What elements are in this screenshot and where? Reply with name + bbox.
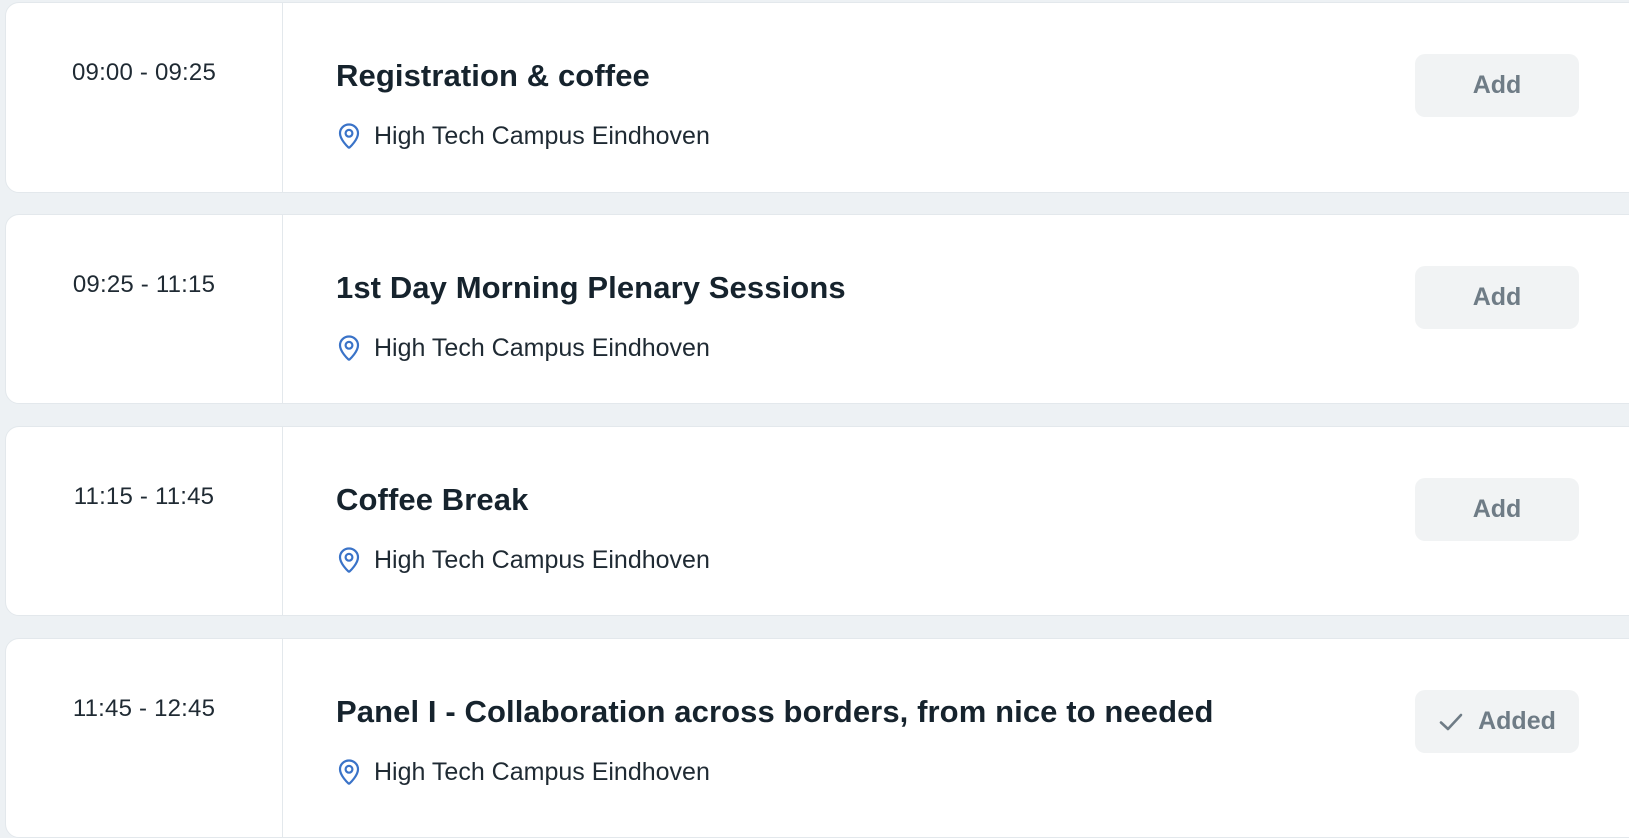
session-time: 11:45 - 12:45 — [72, 695, 216, 722]
add-session-button[interactable]: Add — [1415, 478, 1579, 541]
add-button-label: Add — [1472, 71, 1522, 99]
session-time-column: 11:15 - 11:45 — [6, 427, 283, 615]
check-icon — [1438, 711, 1464, 733]
add-session-button[interactable]: Add — [1415, 266, 1579, 329]
session-info: Registration & coffee High Tech Campus E… — [336, 3, 1484, 192]
map-pin-icon — [336, 122, 362, 150]
session-location-label: High Tech Campus Eindhoven — [374, 545, 710, 574]
session-location: High Tech Campus Eindhoven — [336, 333, 710, 363]
session-info: Coffee Break High Tech Campus Eindhoven — [336, 427, 1484, 615]
session-info: 1st Day Morning Plenary Sessions High Te… — [336, 215, 1484, 403]
map-pin-icon — [336, 546, 362, 574]
session-card[interactable]: 09:00 - 09:25 Registration & coffee High… — [5, 2, 1629, 193]
session-location: High Tech Campus Eindhoven — [336, 121, 710, 151]
added-session-button[interactable]: Added — [1415, 690, 1579, 753]
session-location: High Tech Campus Eindhoven — [336, 757, 710, 787]
add-button-label: Add — [1472, 283, 1522, 311]
session-card[interactable]: 11:15 - 11:45 Coffee Break High Tech Cam… — [5, 426, 1629, 616]
session-info: Panel I - Collaboration across borders, … — [336, 639, 1484, 837]
added-button-label: Added — [1478, 707, 1556, 735]
session-time-column: 11:45 - 12:45 — [6, 639, 283, 837]
session-title[interactable]: Panel I - Collaboration across borders, … — [336, 694, 1214, 730]
session-card[interactable]: 09:25 - 11:15 1st Day Morning Plenary Se… — [5, 214, 1629, 404]
add-button-label: Add — [1472, 495, 1522, 523]
add-session-button[interactable]: Add — [1415, 54, 1579, 117]
map-pin-icon — [336, 334, 362, 362]
session-time: 11:15 - 11:45 — [73, 483, 215, 510]
session-time: 09:25 - 11:15 — [72, 271, 216, 298]
session-title[interactable]: Coffee Break — [336, 482, 528, 518]
map-pin-icon — [336, 758, 362, 786]
session-card[interactable]: 11:45 - 12:45 Panel I - Collaboration ac… — [5, 638, 1629, 838]
session-title[interactable]: 1st Day Morning Plenary Sessions — [336, 270, 846, 306]
session-location-label: High Tech Campus Eindhoven — [374, 121, 710, 150]
session-location-label: High Tech Campus Eindhoven — [374, 757, 710, 786]
session-location-label: High Tech Campus Eindhoven — [374, 333, 710, 362]
session-time-column: 09:00 - 09:25 — [6, 3, 283, 192]
session-title[interactable]: Registration & coffee — [336, 58, 650, 94]
schedule-list: 09:00 - 09:25 Registration & coffee High… — [5, 0, 1629, 838]
session-time-column: 09:25 - 11:15 — [6, 215, 283, 403]
session-location: High Tech Campus Eindhoven — [336, 545, 710, 575]
session-time: 09:00 - 09:25 — [71, 59, 217, 86]
